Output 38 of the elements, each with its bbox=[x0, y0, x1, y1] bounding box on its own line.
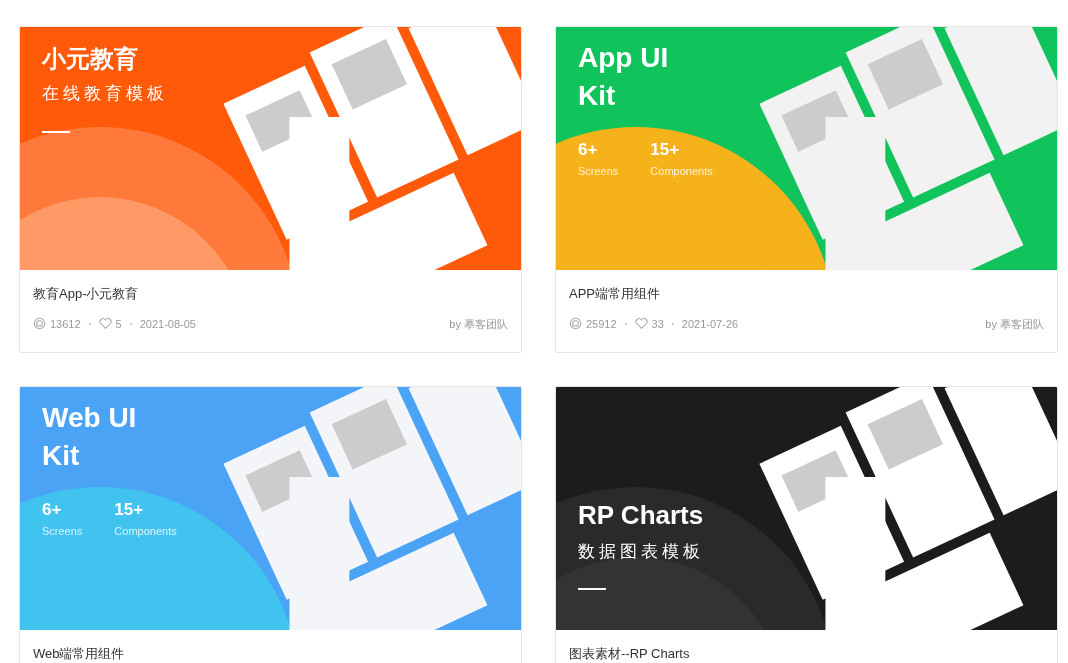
eye-icon bbox=[569, 317, 582, 331]
card-title: APP端常用组件 bbox=[569, 285, 661, 303]
view-count: 13612 bbox=[50, 316, 81, 332]
cover-title: App UI bbox=[578, 41, 670, 75]
author: by 摹客团队 bbox=[985, 316, 1044, 332]
card-title: 教育App-小元教育 bbox=[33, 285, 140, 303]
stat-label: Components bbox=[114, 523, 177, 539]
cover-subtitle: 在线教育模板 bbox=[42, 83, 168, 105]
cover-rule bbox=[578, 588, 606, 590]
like-count: 5 bbox=[115, 316, 122, 332]
stat-value: 6+ bbox=[42, 499, 63, 521]
card-title: 图表素材--RP Charts bbox=[569, 645, 691, 663]
template-card[interactable]: App UI Kit 6+ Screens 15+ Components APP端常用组件 25912 33 2021-07-26 by 摹客团队 bbox=[555, 26, 1058, 353]
card-title: Web端常用组件 bbox=[33, 645, 126, 663]
author: by 摹客团队 bbox=[449, 316, 508, 332]
date: 2021-08-05 bbox=[139, 316, 196, 332]
stat-label: Screens bbox=[42, 523, 83, 539]
stat-value: 15+ bbox=[650, 139, 681, 161]
cover-rule bbox=[42, 130, 70, 133]
cover-title: 小元教育 bbox=[42, 44, 139, 74]
stat-label: Screens bbox=[578, 163, 619, 179]
like-count: 33 bbox=[651, 316, 664, 332]
heart-icon bbox=[634, 317, 648, 331]
heart-icon bbox=[98, 317, 112, 331]
template-card[interactable]: RP Charts 数据图表模板 图表素材--RP Charts bbox=[555, 386, 1058, 663]
view-count: 25912 bbox=[586, 316, 617, 332]
stat-value: 6+ bbox=[578, 139, 599, 161]
date: 2021-07-26 bbox=[681, 316, 739, 332]
stat-label: Components bbox=[650, 163, 713, 179]
cover-title: Kit bbox=[578, 79, 617, 113]
template-card[interactable]: Web UI Kit 6+ Screens 15+ Components Web端常用组件 bbox=[19, 386, 522, 663]
cover-title: Kit bbox=[42, 439, 81, 473]
cover-subtitle: 数据图表模板 bbox=[578, 540, 704, 563]
eye-icon bbox=[33, 317, 46, 331]
cover-title: Web UI bbox=[42, 401, 138, 435]
template-card[interactable]: 小元教育 在线教育模板 教育App-小元教育 13612 5 2021-08-05 by 摹客团队 bbox=[19, 26, 522, 353]
cover-title: RP Charts bbox=[578, 498, 704, 532]
stat-value: 15+ bbox=[114, 499, 145, 521]
